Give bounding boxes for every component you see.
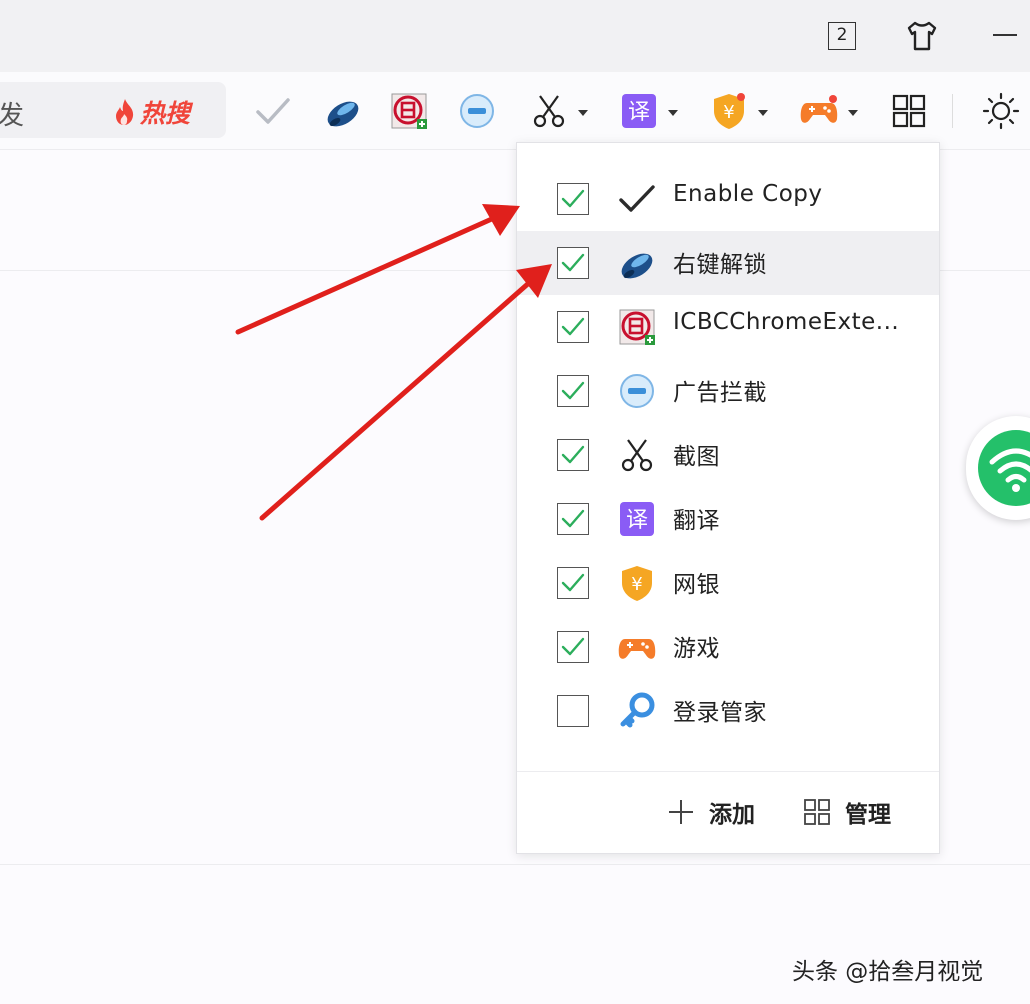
item-label: 截图 [673,444,720,470]
item-checkbox[interactable] [557,503,589,535]
item-label: 网银 [673,572,720,598]
enable-copy-toolbar-icon[interactable] [252,90,294,132]
watermark-text: 头条 @拾叁月视觉 [792,959,984,985]
item-label: ICBCChromeExte... [673,309,900,335]
toolbar-separator [952,94,953,128]
item-checkbox[interactable] [557,439,589,471]
extensions-grid-icon[interactable] [888,90,930,132]
scissors-dropdown-caret[interactable] [578,110,588,116]
item-label: 右键解锁 [673,252,767,278]
item-label: Enable Copy [673,181,823,207]
minimize-button[interactable] [990,20,1020,50]
tab-count-badge[interactable]: 2 [828,22,856,50]
menu-item-enable-copy[interactable]: Enable Copy [517,167,939,231]
online-bank-shield-icon: ¥ [617,563,657,603]
item-label: 广告拦截 [673,380,767,406]
page-divider [0,864,1030,865]
translate-toolbar-icon[interactable]: 译 [618,90,660,132]
gamepad-toolbar-icon[interactable] [798,90,840,132]
hot-search-label: 热搜 [140,99,191,128]
item-checkbox[interactable] [557,631,589,663]
red-arrow-upper [235,204,520,335]
manage-label: 管理 [845,802,891,828]
gamepad-dropdown-caret[interactable] [848,110,858,116]
icbc-toolbar-icon[interactable] [388,90,430,132]
search-box[interactable]: 发 热搜 [0,82,226,138]
brightness-sun-icon[interactable] [980,90,1022,132]
online-bank-toolbar-icon[interactable]: ¥ [708,90,750,132]
blue-mouse-icon [617,243,657,283]
grid-icon [804,799,830,825]
tshirt-skin-icon[interactable] [904,18,940,54]
ad-block-icon [617,371,657,411]
online-bank-dropdown-caret[interactable] [758,110,768,116]
scissors-icon [617,435,657,475]
hot-search-button[interactable]: 热搜 [112,94,190,130]
add-label: 添加 [709,802,755,828]
menu-item-ad-block[interactable]: 广告拦截 [517,359,939,423]
item-checkbox[interactable] [557,375,589,407]
menu-item-translate[interactable]: 译 翻译 [517,487,939,551]
red-arrow-lower [259,264,552,521]
add-extension-button[interactable]: 添加 [667,795,755,829]
gamepad-icon [617,627,657,667]
svg-text:¥: ¥ [631,574,642,595]
menu-item-screenshot[interactable]: 截图 [517,423,939,487]
checkmark-icon [617,179,657,219]
menu-item-online-bank[interactable]: ¥ 网银 [517,551,939,615]
item-checkbox[interactable] [557,183,589,215]
item-checkbox[interactable] [557,311,589,343]
svg-text:¥: ¥ [723,102,734,123]
menu-item-icbc[interactable]: ICBCChromeExte... [517,295,939,359]
item-checkbox[interactable] [557,567,589,599]
key-icon [617,691,657,731]
item-checkbox[interactable] [557,247,589,279]
plus-icon [669,800,693,824]
ad-block-toolbar-icon[interactable] [456,90,498,132]
icbc-logo-icon [617,307,657,347]
menu-item-game[interactable]: 游戏 [517,615,939,679]
svg-text:译: 译 [628,100,650,125]
menu-item-login-manager[interactable]: 登录管家 [517,679,939,743]
browser-toolbar: 发 热搜 译 ¥ [0,72,1030,150]
translate-dropdown-caret[interactable] [668,110,678,116]
menu-divider [517,771,939,772]
item-label: 游戏 [673,636,720,662]
extensions-dropdown-menu: Enable Copy 右键解锁 ICBCChromeExte... 广告拦截 … [516,142,940,854]
item-checkbox[interactable] [557,695,589,727]
scissors-toolbar-icon[interactable] [528,90,570,132]
wifi-icon [978,430,1030,506]
manage-extensions-button[interactable]: 管理 [803,795,891,829]
search-text: 发 [0,101,25,131]
item-label: 登录管家 [673,700,767,726]
item-label: 翻译 [673,508,720,534]
svg-text:译: 译 [626,508,648,533]
translate-icon: 译 [617,499,657,539]
blue-mouse-toolbar-icon[interactable] [322,90,364,132]
menu-item-right-click-unlock[interactable]: 右键解锁 [517,231,939,295]
title-bar: 2 [0,0,1030,72]
flame-icon [116,99,134,125]
wifi-floating-button[interactable] [966,416,1030,520]
